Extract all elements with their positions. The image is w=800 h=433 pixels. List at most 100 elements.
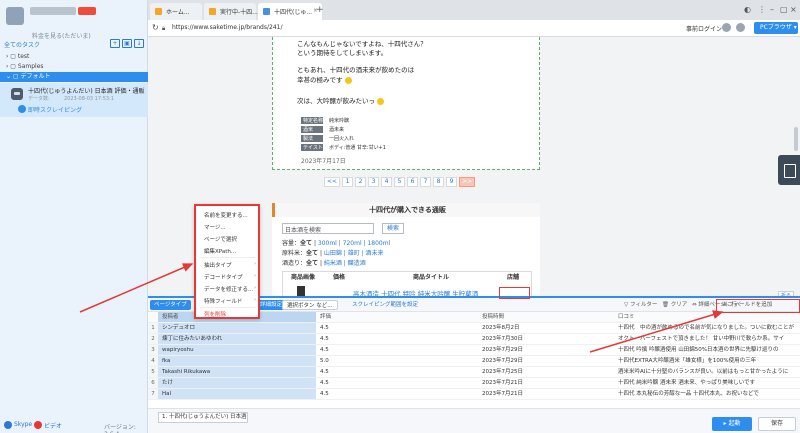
- filter-options[interactable]: 山田錦 | 雄町 | 酒未来: [324, 250, 384, 257]
- tree-item-label: test: [17, 53, 30, 60]
- table-row[interactable]: 3 wapiryoshu 4.5 2023年7月29日 十四代 吟撰 吟醸酒使用 山田錦…: [148, 345, 800, 356]
- table-cell: 4.5: [320, 336, 329, 342]
- table-cell: 2023年7月29日: [482, 347, 523, 353]
- video-link[interactable]: ビデオ: [44, 421, 62, 430]
- column-header[interactable]: 口コミ: [614, 312, 794, 322]
- sake-search-input[interactable]: 日本酒を検索: [282, 223, 374, 234]
- menu-item-edit-xpath[interactable]: 編集XPath...: [204, 247, 236, 255]
- menu-icon[interactable]: ⋮: [758, 5, 766, 14]
- highlight-box: [499, 287, 530, 299]
- close-window-icon[interactable]: ×: [790, 5, 797, 14]
- scrape-scope-link[interactable]: スクレイピング範囲を設定: [348, 300, 422, 310]
- filter-button[interactable]: ▽ フィルター: [620, 300, 661, 310]
- page-next[interactable]: >>: [459, 177, 476, 187]
- search-button[interactable]: 検索: [382, 223, 404, 234]
- extension-icon[interactable]: [722, 23, 731, 32]
- page-link[interactable]: 7: [420, 177, 432, 187]
- table-row[interactable]: 1 シンデュオロ 4.5 2023年8月2日 十四代 中の酒が飲めるので名前が気になりま…: [148, 323, 800, 334]
- section-title: 十四代が購入できる通販: [272, 203, 540, 217]
- task-status[interactable]: 即時スクレイピング: [28, 105, 82, 114]
- table-cell: 2023年7月30日: [482, 336, 523, 342]
- page-link[interactable]: 8: [433, 177, 445, 187]
- page-link[interactable]: 6: [407, 177, 419, 187]
- save-button[interactable]: 保存: [758, 417, 796, 431]
- column-header: 商品タイトル: [413, 274, 450, 281]
- menu-item-delete-column[interactable]: 列を削除: [204, 310, 226, 318]
- menu-item-rename[interactable]: 名前を変更する...: [204, 211, 248, 219]
- table-row[interactable]: 2 煉丁に住みたいあゆわれ 4.5 2023年7月30日 オクトーバーフェストで頂きまし…: [148, 334, 800, 345]
- tab-current[interactable]: 十四代(じゅ... ×: [258, 3, 322, 20]
- upgrade-link[interactable]: 料金を見る(ただいま): [32, 31, 91, 40]
- page-link[interactable]: 9: [446, 177, 458, 187]
- column-header[interactable]: 投稿時間: [478, 312, 614, 322]
- reload-icon[interactable]: ↻: [152, 23, 159, 32]
- sidebar-footer: Skype ビデオ バージョン: 3.6.4: [0, 418, 148, 433]
- page-prev[interactable]: <<: [324, 177, 341, 187]
- filter-all[interactable]: 全て: [306, 250, 318, 257]
- table-cell: 十四代 純米吟醸 酒未来 酒未来、やっぱり美味しいです: [618, 380, 756, 386]
- menu-label: データを修正する...: [204, 287, 254, 293]
- page-link[interactable]: 1: [342, 177, 354, 187]
- menu-item-merge[interactable]: マージ...: [204, 223, 226, 231]
- tab-running[interactable]: 実行中-十四...: [204, 3, 258, 20]
- import-icon[interactable]: ↓: [134, 39, 144, 48]
- column-header[interactable]: 評価: [316, 312, 478, 322]
- new-group-icon[interactable]: ▣: [122, 39, 132, 48]
- url-input[interactable]: https://www.saketime.jp/brands/241/: [172, 24, 282, 31]
- minimize-icon[interactable]: –: [770, 5, 774, 14]
- task-tab[interactable]: 1. 十四代(じゅうよんだい) 日本酒...: [158, 412, 248, 423]
- filter-options[interactable]: 純米酒 | 醸造酒: [324, 260, 366, 267]
- table-cell: 十四代 吟撰 吟醸酒使用 山田錦50%日本酒の世界に先駆け巡りの: [618, 347, 779, 353]
- page-link[interactable]: 4: [381, 177, 393, 187]
- clear-button[interactable]: 🗑︎ クリア: [658, 300, 691, 310]
- select-button-dropdown[interactable]: 選択ボタン など...: [282, 300, 338, 310]
- table-row[interactable]: 6 たけ 4.5 2023年7月21日 十四代 純米吟醸 酒未来 酒未来、やっぱり美味し…: [148, 378, 800, 389]
- new-task-icon[interactable]: +: [110, 39, 120, 48]
- profile-icon[interactable]: [736, 23, 745, 32]
- pc-browser-dropdown[interactable]: PCブラウザ ▾: [754, 22, 798, 34]
- smile-emoji-icon: [344, 76, 352, 84]
- filter-all[interactable]: 全て: [300, 240, 312, 247]
- notes-icon[interactable]: [778, 155, 800, 185]
- menu-item-fix-data[interactable]: データを修正する... ›: [204, 285, 256, 293]
- task-card[interactable]: 十四代(じゅうよんだい) 日本酒 評価・通販 データ数: 2023-08-03 …: [0, 83, 148, 117]
- menu-item-select-in-page[interactable]: ページで選択: [204, 235, 237, 243]
- bottom-status-bar: 1. 十四代(じゅうよんだい) 日本酒... ▸ 起動 保存: [148, 408, 800, 433]
- filter-all[interactable]: 全て: [306, 260, 318, 267]
- menu-divider: [200, 257, 256, 258]
- skype-link[interactable]: Skype: [14, 421, 32, 428]
- table-row[interactable]: 4 fka 5.0 2023年7月29日 十四代EXTRA大吟醸酒米「雄女様」を100%…: [148, 356, 800, 367]
- menu-item-special-field[interactable]: 特殊フィールド ›: [204, 297, 256, 305]
- page-link[interactable]: 5: [394, 177, 406, 187]
- menu-item-decode-type[interactable]: デコードタイプ ›: [204, 273, 256, 281]
- table-cell: 十四代 本丸秘伝の芳醇な一品 十四代本丸、お祝いなどで: [618, 391, 759, 397]
- table-cell: wapiryoshu: [158, 345, 316, 355]
- review-article[interactable]: こんなもんじゃないですよね、十四代さん？ という期待をしてしまいます。 ともあれ…: [272, 37, 540, 170]
- page-type-button[interactable]: ページタイプ: [150, 300, 191, 310]
- page-link[interactable]: 2: [355, 177, 367, 187]
- pre-login-button[interactable]: 事前ログイン: [686, 24, 722, 33]
- tab-home[interactable]: ホーム...: [150, 3, 202, 20]
- bell-icon[interactable]: ◐: [744, 5, 751, 14]
- table-cell: 十四代EXTRA大吟醸酒米「雄女様」を100%使用の三年: [618, 358, 757, 364]
- maximize-icon[interactable]: ▢: [780, 5, 788, 14]
- pagination: << 1 2 3 4 5 6 7 8 9 >>: [324, 177, 477, 188]
- new-tab-icon[interactable]: +: [316, 5, 324, 15]
- tree-item-default[interactable]: ⌄ ▢ デフォルト: [0, 72, 148, 82]
- article-date: 2023年7月17日: [301, 158, 346, 165]
- filter-label: 容量：: [282, 240, 301, 247]
- page-scrollbar[interactable]: [794, 127, 798, 151]
- page-link[interactable]: 3: [368, 177, 380, 187]
- menu-item-extract-type[interactable]: 抽出タイプ ›: [204, 261, 256, 269]
- run-button[interactable]: ▸ 起動: [712, 417, 752, 431]
- user-account[interactable]: 料金を見る(ただいま): [6, 5, 146, 40]
- table-row[interactable]: 5 Takashi Rikukawa 4.5 2023年7月25日 酒米米吟AIに十分堅…: [148, 367, 800, 378]
- avatar[interactable]: [6, 7, 24, 25]
- filter-options[interactable]: 300ml | 720ml | 1800ml: [318, 240, 390, 247]
- tree-item-samples[interactable]: › ▢ Samples: [0, 62, 148, 72]
- table-row[interactable]: 7 Hal 4.5 2023年7月21日 十四代 本丸秘伝の芳醇な一品 十四代本丸、お祝…: [148, 389, 800, 400]
- product-link[interactable]: 高木酒造 十四代 特吟 純米大吟醸 生貯蔵酒: [353, 288, 478, 296]
- all-tasks-label[interactable]: 全てのタスク: [4, 40, 40, 49]
- tree-item-test[interactable]: › ▢ test: [0, 52, 148, 62]
- highlight-box: [716, 299, 800, 313]
